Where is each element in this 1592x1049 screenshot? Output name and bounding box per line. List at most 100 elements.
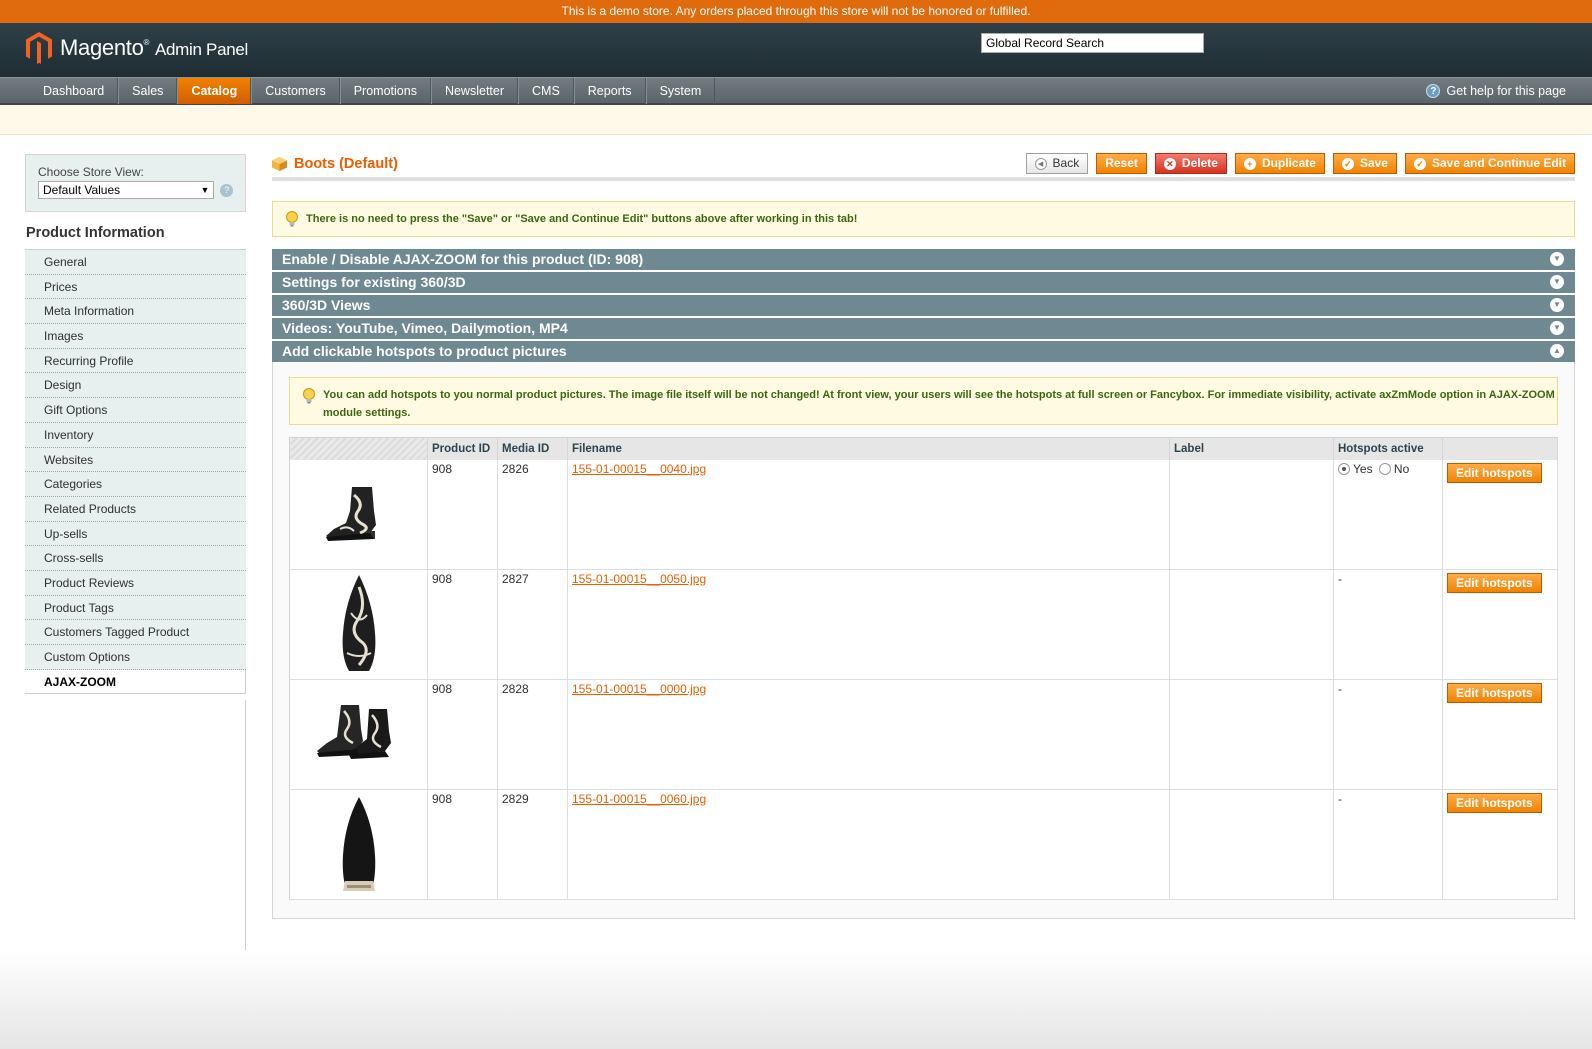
- magento-logo[interactable]: Magento® Admin Panel: [26, 32, 248, 64]
- global-search-input[interactable]: [981, 33, 1204, 53]
- back-button[interactable]: ◀ Back: [1025, 153, 1089, 174]
- check-icon: ✓: [1413, 157, 1426, 170]
- sidebar-item-gift-options[interactable]: Gift Options: [25, 398, 246, 423]
- action-cell: Edit hotspots: [1442, 569, 1558, 680]
- media-id-cell: 2826: [497, 459, 568, 570]
- edit-hotspots-button[interactable]: Edit hotspots: [1447, 462, 1542, 483]
- section-settings-360[interactable]: Settings for existing 360/3D ▼: [272, 272, 1575, 293]
- save-button-label: Save: [1359, 156, 1388, 170]
- section-videos[interactable]: Videos: YouTube, Vimeo, Dailymotion, MP4…: [272, 318, 1575, 339]
- nav-cms[interactable]: CMS: [518, 78, 574, 104]
- reset-button[interactable]: Reset: [1096, 153, 1147, 174]
- sidebar-item-categories[interactable]: Categories: [25, 472, 246, 497]
- column-header-media-id[interactable]: Media ID: [497, 437, 568, 460]
- sidebar-item-images[interactable]: Images: [25, 324, 246, 349]
- product-thumbnail[interactable]: [289, 789, 428, 900]
- save-button[interactable]: ✓ Save: [1332, 153, 1397, 174]
- filename-link[interactable]: 155-01-00015__0040.jpg: [572, 462, 706, 476]
- sidebar-item-related-products[interactable]: Related Products: [25, 496, 246, 522]
- media-id-cell: 2827: [497, 569, 568, 680]
- sidebar-tabs: General Prices Meta Information Images R…: [25, 250, 246, 695]
- sidebar-item-websites[interactable]: Websites: [25, 447, 246, 473]
- sidebar-item-design[interactable]: Design: [25, 373, 246, 399]
- sidebar-item-meta-information[interactable]: Meta Information: [25, 299, 246, 325]
- sidebar-item-custom-options[interactable]: Custom Options: [25, 645, 246, 670]
- help-link[interactable]: ? Get help for this page: [1426, 78, 1566, 104]
- edit-hotspots-button[interactable]: Edit hotspots: [1447, 793, 1542, 813]
- column-header-action: [1442, 437, 1558, 460]
- sidebar-item-up-sells[interactable]: Up-sells: [25, 521, 246, 547]
- filename-link[interactable]: 155-01-00015__0000.jpg: [572, 682, 706, 696]
- footer-background: [0, 950, 1592, 1049]
- section-title: Videos: YouTube, Vimeo, Dailymotion, MP4: [282, 320, 568, 336]
- action-cell: Edit hotspots: [1442, 789, 1558, 900]
- boot-side-image: [325, 486, 376, 541]
- product-thumbnail[interactable]: [289, 569, 428, 680]
- nav-dashboard[interactable]: Dashboard: [30, 78, 119, 104]
- duplicate-button[interactable]: + Duplicate: [1234, 153, 1325, 174]
- demo-notice: This is a demo store. Any orders placed …: [0, 0, 1592, 23]
- content-header: Boots (Default) ◀ Back Reset ✕ Delete + Dup…: [272, 153, 1575, 181]
- product-thumbnail[interactable]: [289, 459, 428, 570]
- nav-reports[interactable]: Reports: [573, 78, 646, 104]
- sidebar-item-general[interactable]: General: [25, 250, 246, 275]
- column-header-hotspots-active[interactable]: Hotspots active: [1333, 437, 1443, 460]
- filename-cell: 155-01-00015__0000.jpg: [567, 679, 1170, 790]
- sidebar-item-product-tags[interactable]: Product Tags: [25, 595, 246, 621]
- product-id-cell: 908: [427, 569, 498, 680]
- hotspots-active-cell: -: [1333, 569, 1443, 680]
- hotspots-yes-radio[interactable]: [1338, 462, 1350, 475]
- nav-catalog[interactable]: Catalog: [177, 78, 252, 104]
- back-arrow-icon: ◀: [1034, 157, 1047, 170]
- label-cell: [1169, 459, 1334, 570]
- section-360-views[interactable]: 360/3D Views ▼: [272, 295, 1575, 316]
- product-id-cell: 908: [427, 459, 498, 570]
- delete-button[interactable]: ✕ Delete: [1154, 153, 1227, 174]
- section-title: Enable / Disable AJAX-ZOOM for this prod…: [282, 251, 644, 267]
- filename-link[interactable]: 155-01-00015__0050.jpg: [572, 572, 706, 586]
- table-row: 908 2829 155-01-00015__0060.jpg - Edit h…: [289, 789, 1558, 900]
- messages-bar: [0, 105, 1592, 135]
- sidebar-item-inventory[interactable]: Inventory: [25, 422, 246, 448]
- check-icon: ✓: [1341, 157, 1354, 170]
- sidebar-divider: [245, 700, 246, 960]
- sidebar-item-customers-tagged-product[interactable]: Customers Tagged Product: [25, 620, 246, 645]
- nav-sales[interactable]: Sales: [118, 78, 178, 104]
- collapse-icon: ▲: [1550, 344, 1564, 358]
- hotspots-info: You can add hotspots to you normal produ…: [289, 377, 1558, 425]
- save-tip-text: There is no need to press the "Save" or …: [306, 213, 858, 225]
- store-help-icon[interactable]: ?: [220, 183, 233, 197]
- column-header-product-id[interactable]: Product ID: [427, 437, 498, 460]
- sidebar-item-product-reviews[interactable]: Product Reviews: [25, 570, 246, 596]
- action-cell: Edit hotspots: [1442, 459, 1558, 570]
- sidebar-item-prices[interactable]: Prices: [25, 274, 246, 300]
- label-cell: [1169, 679, 1334, 790]
- nav-promotions[interactable]: Promotions: [339, 78, 431, 104]
- hotspots-active-cell: -: [1333, 679, 1443, 790]
- section-hotspots[interactable]: Add clickable hotspots to product pictur…: [272, 341, 1575, 362]
- section-enable-disable[interactable]: Enable / Disable AJAX-ZOOM for this prod…: [272, 249, 1575, 270]
- nav-newsletter[interactable]: Newsletter: [430, 78, 518, 104]
- edit-hotspots-button[interactable]: Edit hotspots: [1447, 573, 1542, 593]
- save-continue-button[interactable]: ✓ Save and Continue Edit: [1404, 153, 1575, 174]
- sidebar-item-ajax-zoom[interactable]: AJAX-ZOOM: [25, 669, 246, 695]
- expand-icon: ▼: [1550, 321, 1564, 335]
- sidebar-item-cross-sells[interactable]: Cross-sells: [25, 546, 246, 571]
- product-thumbnail[interactable]: [289, 679, 428, 790]
- boots-pair-image: [316, 705, 391, 759]
- page-title-text: Boots (Default): [294, 155, 398, 172]
- section-title: 360/3D Views: [282, 297, 371, 313]
- nav-system[interactable]: System: [645, 78, 716, 104]
- edit-hotspots-button[interactable]: Edit hotspots: [1447, 683, 1542, 703]
- filename-link[interactable]: 155-01-00015__0060.jpg: [572, 792, 706, 806]
- filename-cell: 155-01-00015__0040.jpg: [567, 459, 1170, 570]
- hotspots-no-radio[interactable]: [1378, 462, 1391, 475]
- lightbulb-icon: [303, 388, 315, 404]
- sidebar-item-recurring-profile[interactable]: Recurring Profile: [25, 348, 246, 374]
- column-header-label[interactable]: Label: [1169, 437, 1334, 460]
- nav-customers[interactable]: Customers: [251, 78, 340, 104]
- store-view-select[interactable]: Default Values ▼: [38, 181, 215, 199]
- column-header-filename[interactable]: Filename: [567, 437, 1170, 460]
- filename-cell: 155-01-00015__0060.jpg: [567, 789, 1170, 900]
- expand-icon: ▼: [1550, 298, 1564, 312]
